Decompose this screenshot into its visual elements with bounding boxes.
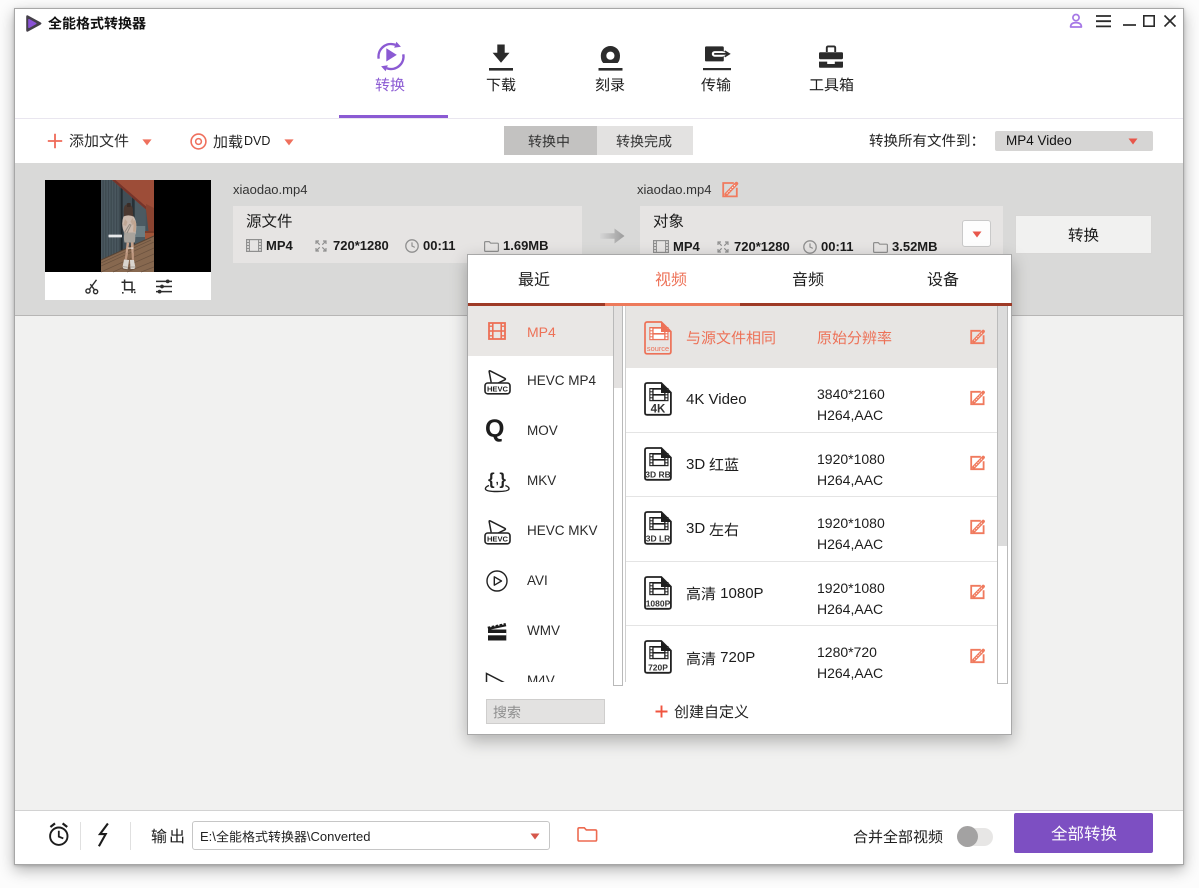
svg-text:4K: 4K	[651, 404, 666, 416]
svg-text:HEVC: HEVC	[487, 535, 509, 544]
svg-text:3D LR: 3D LR	[646, 534, 671, 544]
svg-text:,: ,	[496, 475, 499, 487]
svg-text:3D RB: 3D RB	[645, 469, 671, 479]
svg-text:source: source	[647, 344, 669, 353]
svg-text:1080P: 1080P	[646, 598, 671, 608]
svg-text:HEVC: HEVC	[487, 385, 509, 394]
svg-text:720P: 720P	[648, 663, 668, 673]
